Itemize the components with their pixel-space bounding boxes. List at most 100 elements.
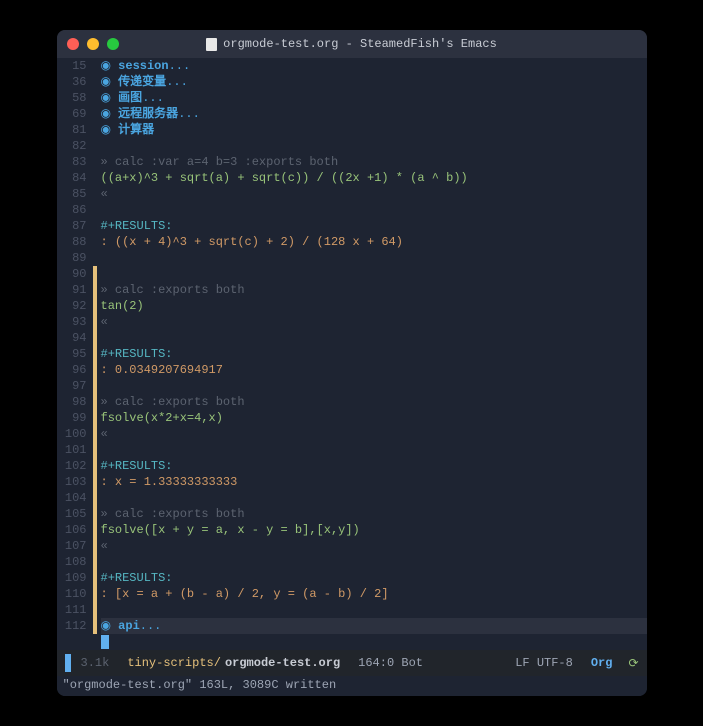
results-value: : ((x + 4)^3 + sqrt(c) + 2) / (128 x + 6…: [101, 235, 403, 249]
line-number: 81: [57, 122, 87, 138]
line-number: 104: [57, 490, 87, 506]
window-title: orgmode-test.org - SteamedFish's Emacs: [67, 37, 637, 51]
fold-ellipsis: ...: [178, 107, 200, 121]
line-number: 108: [57, 554, 87, 570]
code-line[interactable]: » calc :exports both: [101, 282, 647, 298]
code-line[interactable]: » calc :exports both: [101, 394, 647, 410]
org-heading[interactable]: ◉ session...: [101, 58, 647, 74]
org-heading[interactable]: ◉ 计算器: [101, 122, 647, 138]
line-number: 111: [57, 602, 87, 618]
code-line[interactable]: fsolve([x + y = a, x - y = b],[x,y]): [101, 522, 647, 538]
line-number: 92: [57, 298, 87, 314]
line-number: 89: [57, 250, 87, 266]
code-line[interactable]: [101, 442, 647, 458]
results-header: #+RESULTS:: [101, 459, 173, 473]
src-block-end: «: [101, 315, 108, 329]
code-line[interactable]: [101, 554, 647, 570]
code-line[interactable]: #+RESULTS:: [101, 458, 647, 474]
text-cursor: [101, 635, 109, 649]
cursor-line[interactable]: [101, 634, 647, 650]
code-line[interactable]: : x = 1.33333333333: [101, 474, 647, 490]
code-line[interactable]: fsolve(x*2+x=4,x): [101, 410, 647, 426]
line-number: 94: [57, 330, 87, 346]
heading-text: 画图: [118, 91, 142, 105]
buffer-file[interactable]: orgmode-test.org: [225, 656, 340, 670]
line-number: 87: [57, 218, 87, 234]
titlebar[interactable]: orgmode-test.org - SteamedFish's Emacs: [57, 30, 647, 58]
code-line[interactable]: [101, 602, 647, 618]
src-block-end: «: [101, 187, 108, 201]
heading-text: session: [118, 59, 168, 73]
code-line[interactable]: «: [101, 538, 647, 554]
code-line[interactable]: : [x = a + (b - a) / 2, y = (a - b) / 2]: [101, 586, 647, 602]
code-line[interactable]: : 0.0349207694917: [101, 362, 647, 378]
line-number: 103: [57, 474, 87, 490]
title-text: orgmode-test.org - SteamedFish's Emacs: [223, 37, 497, 51]
code-line[interactable]: » calc :exports both: [101, 506, 647, 522]
line-number: 95: [57, 346, 87, 362]
src-block-code: fsolve(x*2+x=4,x): [101, 411, 223, 425]
org-heading[interactable]: ◉ 传递变量...: [101, 74, 647, 90]
buffer-size: 3.1k: [81, 656, 110, 670]
heading-bullet-icon: ◉: [101, 107, 119, 121]
code-line[interactable]: «: [101, 426, 647, 442]
code-line[interactable]: : ((x + 4)^3 + sqrt(c) + 2) / (128 x + 6…: [101, 234, 647, 250]
heading-bullet-icon: ◉: [101, 59, 119, 73]
heading-bullet-icon: ◉: [101, 123, 119, 137]
line-number: 86: [57, 202, 87, 218]
results-header: #+RESULTS:: [101, 571, 173, 585]
code-line[interactable]: #+RESULTS:: [101, 346, 647, 362]
line-number: 110: [57, 586, 87, 602]
code-line[interactable]: [101, 250, 647, 266]
code-line[interactable]: [101, 202, 647, 218]
major-mode[interactable]: Org: [591, 656, 613, 670]
org-heading[interactable]: ◉ 远程服务器...: [101, 106, 647, 122]
line-number: 85: [57, 186, 87, 202]
results-value: : [x = a + (b - a) / 2, y = (a - b) / 2]: [101, 587, 389, 601]
code-line[interactable]: [101, 490, 647, 506]
code-line[interactable]: [101, 266, 647, 282]
line-number: 100: [57, 426, 87, 442]
code-line[interactable]: [101, 378, 647, 394]
heading-text: 计算器: [118, 123, 154, 137]
line-number: 69: [57, 106, 87, 122]
fold-ellipsis: ...: [169, 59, 191, 73]
editor-area[interactable]: 1536586981828384858687888990919293949596…: [57, 58, 647, 650]
line-number: 58: [57, 90, 87, 106]
git-icon[interactable]: ⟳: [628, 656, 638, 671]
src-block-begin: » calc :exports both: [101, 507, 245, 521]
editor-window: orgmode-test.org - SteamedFish's Emacs 1…: [57, 30, 647, 696]
code-line[interactable]: [101, 330, 647, 346]
fold-ellipsis: ...: [140, 619, 162, 633]
code-line[interactable]: [101, 138, 647, 154]
project-name[interactable]: tiny-scripts/: [127, 656, 221, 670]
modeline-accent: [65, 654, 71, 672]
echo-area: "orgmode-test.org" 163L, 3089C written: [57, 676, 647, 696]
code-line[interactable]: » calc :var a=4 b=3 :exports both: [101, 154, 647, 170]
maximize-icon[interactable]: [107, 38, 119, 50]
code-line[interactable]: «: [101, 186, 647, 202]
close-icon[interactable]: [67, 38, 79, 50]
org-heading[interactable]: ◉ api...: [101, 618, 647, 634]
line-number: 84: [57, 170, 87, 186]
code-line[interactable]: #+RESULTS:: [101, 570, 647, 586]
results-value: : 0.0349207694917: [101, 363, 223, 377]
code-line[interactable]: «: [101, 314, 647, 330]
results-header: #+RESULTS:: [101, 219, 173, 233]
minimize-icon[interactable]: [87, 38, 99, 50]
src-block-code: fsolve([x + y = a, x - y = b],[x,y]): [101, 523, 360, 537]
heading-text: 传递变量: [118, 75, 166, 89]
code-line[interactable]: ((a+x)^3 + sqrt(a) + sqrt(c)) / ((2x +1)…: [101, 170, 647, 186]
line-number: 15: [57, 58, 87, 74]
code-line[interactable]: #+RESULTS:: [101, 218, 647, 234]
src-block-begin: » calc :exports both: [101, 283, 245, 297]
src-block-begin: » calc :var a=4 b=3 :exports both: [101, 155, 339, 169]
line-number: 88: [57, 234, 87, 250]
src-block-code: tan(2): [101, 299, 144, 313]
line-number: [57, 634, 87, 650]
code-content[interactable]: ◉ session...◉ 传递变量...◉ 画图...◉ 远程服务器...◉ …: [97, 58, 647, 650]
line-number: 90: [57, 266, 87, 282]
org-heading[interactable]: ◉ 画图...: [101, 90, 647, 106]
line-number: 97: [57, 378, 87, 394]
code-line[interactable]: tan(2): [101, 298, 647, 314]
